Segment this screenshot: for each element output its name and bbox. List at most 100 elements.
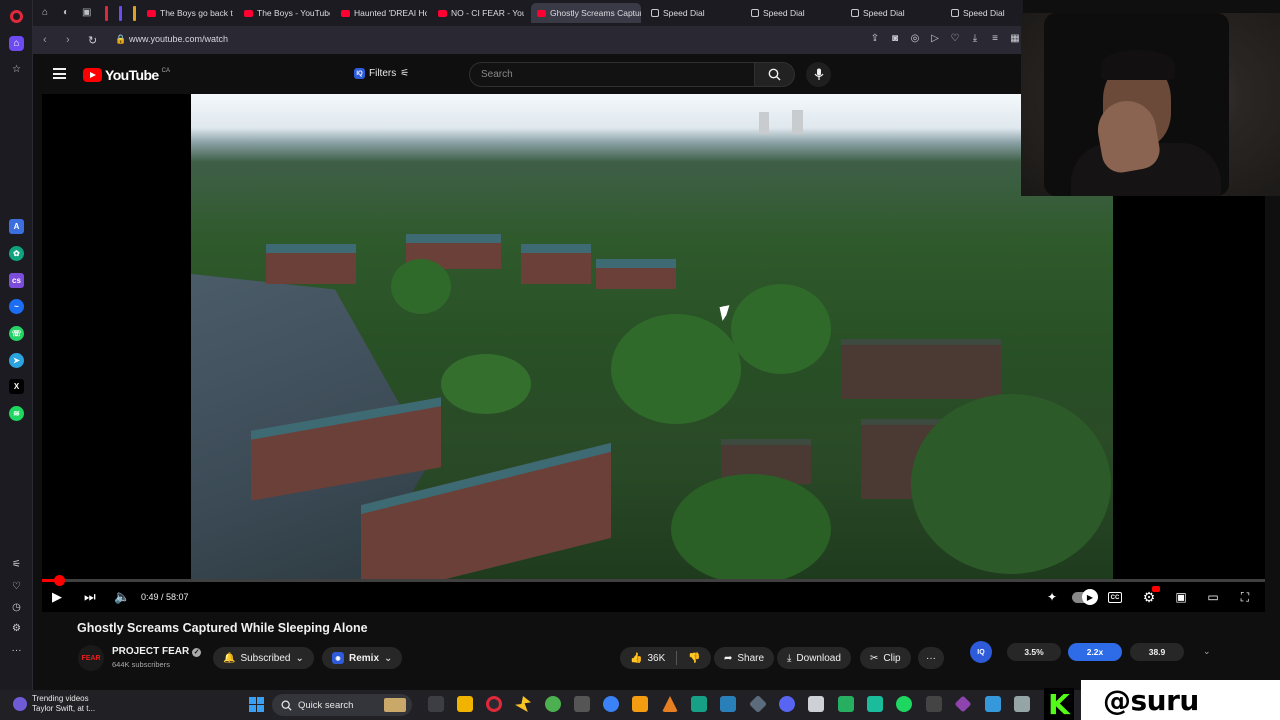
subtitles-icon[interactable]: CC	[1108, 592, 1122, 603]
vlc-icon[interactable]	[662, 696, 678, 712]
fullscreen-icon[interactable]: ⛶	[1236, 588, 1254, 606]
hamburger-menu-icon[interactable]	[53, 68, 66, 79]
app-icon[interactable]	[691, 696, 707, 712]
app-icon[interactable]	[926, 696, 942, 712]
reload-icon[interactable]: ↻	[88, 34, 97, 47]
browser-tab[interactable]: Speed Dial	[945, 3, 1023, 23]
browser-tab[interactable]: Speed Dial	[645, 3, 740, 23]
browser-tab[interactable]: NO - CI FEAR - YouT	[432, 3, 524, 23]
ai-sparkle-icon[interactable]: ✦	[1043, 588, 1061, 606]
search-input[interactable]	[470, 63, 740, 86]
app-icon[interactable]	[748, 694, 768, 714]
miniplayer-icon[interactable]: ▣	[1172, 588, 1190, 606]
app-icon[interactable]	[954, 695, 972, 713]
vpn-icon[interactable]: ◎	[909, 33, 921, 44]
telegram-icon[interactable]: ➤	[9, 353, 24, 368]
tab-menu-icon[interactable]: ⌂	[42, 7, 54, 19]
heart-icon[interactable]: ♡	[9, 579, 24, 594]
discord-icon[interactable]	[779, 696, 795, 712]
share-page-icon[interactable]: ⇪	[869, 33, 881, 44]
volume-icon[interactable]: 🔈	[114, 589, 130, 605]
app-icon[interactable]	[603, 696, 619, 712]
filters-button[interactable]: IQ Filters ⚟	[354, 68, 409, 79]
home-icon[interactable]: ⌂	[9, 36, 24, 51]
progress-bar[interactable]	[42, 575, 1265, 586]
app-icon[interactable]	[574, 696, 590, 712]
play-icon[interactable]: ▶	[52, 589, 62, 605]
chatsonic-icon[interactable]: cs	[9, 273, 24, 288]
forward-icon[interactable]: ›	[66, 34, 70, 46]
heart-icon[interactable]: ♡	[949, 33, 961, 44]
camera-icon[interactable]: ◙	[889, 33, 901, 44]
scissors-icon: ✂	[870, 652, 879, 664]
youtube-logo[interactable]: YouTube CA	[83, 67, 170, 83]
aria-icon[interactable]: A	[9, 219, 24, 234]
file-explorer-icon[interactable]	[457, 696, 473, 712]
spotify-icon[interactable]: ≋	[9, 406, 24, 421]
like-icon[interactable]: 👍	[630, 653, 642, 664]
back-icon[interactable]: ‹	[43, 34, 47, 46]
remix-button[interactable]: ◉ Remix ⌄	[322, 647, 403, 669]
browser-tab-active[interactable]: Ghostly Screams Capture	[531, 3, 641, 23]
star-icon[interactable]: ☆	[9, 62, 24, 77]
dislike-icon[interactable]: 👎	[688, 653, 700, 664]
url-field[interactable]: www.youtube.com/watch	[129, 34, 228, 44]
autoplay-toggle[interactable]	[1072, 589, 1098, 605]
download-button[interactable]: ⤓ Download	[777, 647, 851, 669]
opera-logo-icon[interactable]	[10, 10, 23, 23]
bolt-app-icon[interactable]	[515, 696, 531, 712]
settings-gear-icon[interactable]: ⚙	[1140, 586, 1160, 606]
x-twitter-icon[interactable]: X	[9, 379, 24, 394]
more-icon[interactable]: ···	[9, 643, 24, 658]
theater-mode-icon[interactable]: ▭	[1204, 588, 1222, 606]
subscribed-button[interactable]: 🔔 Subscribed ⌄	[213, 647, 314, 669]
task-view-icon[interactable]	[428, 696, 444, 712]
browser-tab[interactable]: Haunted 'DREAI Hou	[335, 3, 427, 23]
app-icon[interactable]	[1014, 696, 1030, 712]
voice-search-button[interactable]	[806, 62, 831, 87]
workspace-icon[interactable]: ◐	[63, 7, 75, 19]
windows-start-icon[interactable]	[249, 697, 264, 712]
channel-avatar[interactable]: FEAR	[78, 645, 104, 671]
chevron-down-icon[interactable]: ⌄	[1203, 646, 1211, 657]
iq-extension-icon[interactable]: IQ	[970, 641, 992, 663]
messenger-icon[interactable]: ~	[9, 299, 24, 314]
gear-icon[interactable]: ⚙	[9, 621, 24, 636]
hd-badge	[1152, 586, 1160, 592]
menu-icon[interactable]: ≡	[989, 33, 1001, 44]
clip-button[interactable]: ✂ Clip	[860, 647, 911, 669]
settings-sliders-icon[interactable]: ⚟	[9, 557, 24, 572]
chrome-icon[interactable]	[545, 696, 561, 712]
like-count[interactable]: 36K	[647, 653, 665, 664]
tabs-icon[interactable]: ▣	[82, 7, 94, 19]
taskbar-search[interactable]: Quick search	[272, 694, 412, 716]
browser-tab[interactable]: Speed Dial	[845, 3, 940, 23]
kick-logo: K	[1044, 688, 1074, 720]
download-icon[interactable]: ⤓	[969, 33, 981, 44]
microphone-icon	[814, 68, 823, 80]
app-icon[interactable]	[808, 696, 824, 712]
chatgpt-icon[interactable]: ✿	[9, 246, 24, 261]
more-actions-button[interactable]: ···	[918, 647, 944, 669]
whatsapp-icon[interactable]: ☏	[9, 326, 24, 341]
app-icon[interactable]	[632, 696, 648, 712]
channel-name[interactable]: PROJECT FEAR ✓	[112, 646, 202, 657]
opera-icon[interactable]	[486, 696, 502, 712]
video-frame[interactable]	[191, 94, 1113, 579]
app-icon[interactable]	[720, 696, 736, 712]
share-button[interactable]: ➦ Share	[714, 647, 775, 669]
player-icon[interactable]: ▷	[929, 33, 941, 44]
browser-tab[interactable]: The Boys go back to t	[141, 3, 233, 23]
app-icon[interactable]	[838, 696, 854, 712]
browser-tab[interactable]: The Boys - YouTube	[238, 3, 330, 23]
history-icon[interactable]: ◷	[9, 600, 24, 615]
app-icon[interactable]	[867, 696, 883, 712]
widgets-button[interactable]: Trending videos Taylor Swift, at t...	[13, 694, 95, 714]
search-button[interactable]	[755, 62, 795, 87]
next-icon[interactable]: ⏭	[84, 589, 96, 605]
browser-tab[interactable]: Speed Dial	[745, 3, 840, 23]
app-icon[interactable]	[985, 696, 1001, 712]
building	[521, 244, 591, 284]
extensions-icon[interactable]: ▦	[1009, 33, 1021, 44]
spotify-icon[interactable]	[896, 696, 912, 712]
